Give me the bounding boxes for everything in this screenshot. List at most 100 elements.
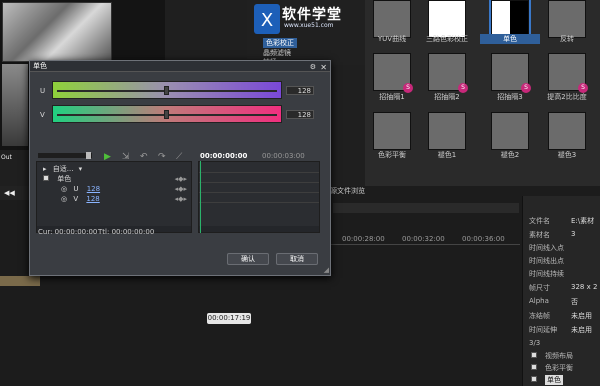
effect-thumb-7[interactable]: [491, 112, 529, 150]
keyframe-row-u[interactable]: ◎ U 128 ◂◆▸: [43, 184, 191, 194]
effect-label: 色彩平衡: [378, 151, 406, 159]
effect-thumb-4[interactable]: S: [548, 53, 588, 93]
layer-count: 3/3: [529, 339, 541, 347]
prop-key: 文件名: [529, 217, 550, 225]
prop-key: 时间线持续: [529, 270, 564, 278]
layer-item[interactable]: 视频布局: [545, 351, 573, 361]
prop-key: Alpha: [529, 297, 549, 305]
ok-button[interactable]: 确认: [227, 253, 269, 265]
timecode-tooltip: 00:00:17:19: [207, 313, 251, 324]
ruler-tick: 00:00:32:00: [402, 235, 445, 243]
settings-icon[interactable]: ⚙: [310, 62, 316, 73]
effect-label: 褪色3: [557, 151, 577, 159]
keyframe-toggle-icon[interactable]: ◎: [61, 185, 67, 193]
channel-label-v: V: [40, 111, 45, 119]
effect-label: 褪色2: [500, 151, 520, 159]
effect-thumb-5[interactable]: [373, 112, 411, 150]
logo-icon: X: [254, 4, 280, 34]
effect-thumb-3[interactable]: S: [491, 53, 531, 93]
collapse-icon[interactable]: ▸: [43, 165, 47, 173]
keyframe-nav-icon[interactable]: ◂◆▸: [175, 184, 187, 194]
keyframe-tree-panel: ▸ 自适... ▾ 单色 ◂◆▸ ◎ U 128 ◂◆▸ ◎ V 128 ◂◆▸: [36, 161, 192, 233]
keyframe-nav-icon[interactable]: ◂◆▸: [175, 194, 187, 204]
prop-value: 未启用: [571, 326, 592, 334]
channel-label-u: U: [40, 87, 46, 95]
timeline-clip[interactable]: [0, 276, 40, 286]
keyframe-row-root[interactable]: 单色 ◂◆▸: [43, 174, 191, 184]
effect-label: 招抽隔2: [434, 93, 460, 101]
prop-value: 328 x 2: [571, 283, 598, 291]
effect-thumb-three-way[interactable]: [428, 0, 466, 38]
svg-text:X: X: [261, 10, 273, 31]
keyframe-row-v[interactable]: ◎ V 128 ◂◆▸: [43, 194, 191, 204]
slider-knob[interactable]: [164, 110, 169, 119]
effect-thumb-1[interactable]: S: [373, 53, 413, 93]
scrubber-handle[interactable]: [86, 152, 91, 159]
rewind-icon[interactable]: ◀◀: [4, 189, 15, 197]
out-label: Out: [1, 154, 12, 161]
tab-source-browser[interactable]: 源文件浏览: [330, 186, 400, 196]
u-value-field[interactable]: 128: [286, 86, 314, 95]
left-toolbar: ◀◀: [0, 186, 30, 200]
layer-checkbox[interactable]: [531, 352, 537, 358]
total-time: Ttl: 00:00:00:00: [98, 228, 155, 236]
keyframe-nav-icon[interactable]: ◂◆▸: [175, 174, 187, 184]
auto-dropdown[interactable]: ▸ 自适... ▾: [43, 164, 191, 174]
v-keyframe-value[interactable]: 128: [86, 195, 99, 203]
keyframe-checkbox[interactable]: [43, 175, 49, 181]
slider-knob[interactable]: [164, 86, 169, 95]
effect-thumb-yuv-curve[interactable]: [373, 0, 411, 38]
chevron-down-icon: ▾: [78, 165, 83, 173]
effect-label: 褪色1: [437, 151, 457, 159]
timeline-ruler: 00:00:28:00 00:00:32:00 00:00:36:00: [330, 233, 520, 245]
playhead[interactable]: [200, 161, 201, 233]
prop-key: 时间线出点: [529, 257, 564, 265]
prop-value: 3: [571, 230, 576, 238]
prop-key: 帧尺寸: [529, 284, 550, 292]
prop-key: 时间延伸: [529, 326, 557, 334]
effect-label: 单色: [480, 34, 540, 44]
timeline-divider: [199, 182, 319, 183]
v-value-field[interactable]: 128: [286, 110, 314, 119]
effect-thumb-invert[interactable]: [548, 0, 586, 38]
u-keyframe-value[interactable]: 128: [87, 185, 100, 193]
close-icon[interactable]: ✕: [320, 62, 327, 73]
keyframe-timeline[interactable]: [198, 161, 320, 233]
preview-image: [2, 2, 112, 62]
effect-label: 招抽隔1: [379, 93, 405, 101]
ruler-tick: 00:00:36:00: [462, 235, 505, 243]
v-slider[interactable]: [52, 105, 282, 123]
time-mark: 00:00:03:00: [262, 152, 305, 160]
effect-thumb-6[interactable]: [428, 112, 466, 150]
resize-grip-icon[interactable]: ◢: [324, 266, 329, 274]
layer-item-selected[interactable]: 单色: [545, 375, 563, 385]
prop-key: 时间线入点: [529, 244, 564, 252]
keyframe-toggle-icon[interactable]: ◎: [61, 195, 67, 203]
effect-thumb-8[interactable]: [548, 112, 586, 150]
prop-value: 未启用: [571, 312, 592, 320]
u-slider[interactable]: [52, 81, 282, 99]
layer-item[interactable]: 色彩平衡: [545, 363, 573, 373]
effect-thumb-monochrome[interactable]: [489, 0, 531, 40]
layer-checkbox[interactable]: [531, 376, 537, 382]
timeline-scrollbar[interactable]: [199, 226, 319, 232]
effect-label: 提高2比比度: [547, 93, 587, 101]
effect-thumb-2[interactable]: S: [428, 53, 468, 93]
tree-item-color-correction[interactable]: 色彩校正: [263, 38, 297, 48]
prop-key: 冻结帧: [529, 312, 550, 320]
monochrome-dialog: 单色 ⚙ ✕ U 128 V 128 ▶ ⇲ ↶ ↷ ⟋ 00:00:00:00…: [29, 60, 331, 276]
prop-value: 否: [571, 298, 578, 306]
preview-image-secondary: [2, 64, 28, 146]
timeline-toolbar: [333, 203, 519, 213]
effect-label: 三路色彩校正: [426, 35, 468, 43]
timeline-divider: [199, 192, 319, 193]
layer-checkbox[interactable]: [531, 364, 537, 370]
effect-label: 招抽隔3: [497, 93, 523, 101]
watermark-url: www.xue51.com: [284, 22, 334, 29]
ruler-tick: 00:00:28:00: [342, 235, 385, 243]
position-scrubber[interactable]: [38, 152, 92, 159]
properties-panel: 文件名 E:\素材 素材名 3 时间线入点 时间线出点 时间线持续 帧尺寸 32…: [522, 196, 600, 386]
dialog-titlebar: 单色 ⚙ ✕: [30, 61, 330, 72]
cancel-button[interactable]: 取消: [276, 253, 318, 265]
watermark-logo: X 软件学堂 www.xue51.com: [252, 2, 364, 35]
